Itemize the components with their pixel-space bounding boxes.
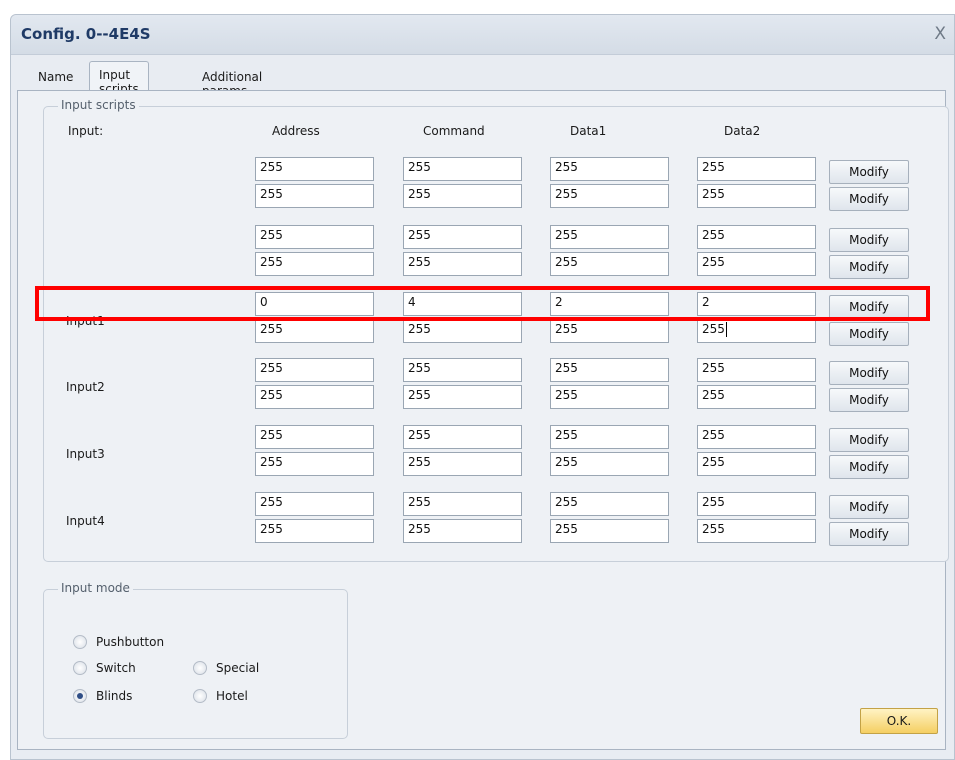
- input-row-label: Input2: [66, 380, 105, 394]
- address-field[interactable]: 255: [255, 519, 374, 543]
- address-field[interactable]: 255: [255, 452, 374, 476]
- input-scripts-group-title: Input scripts: [58, 98, 139, 112]
- radio-special[interactable]: Special: [193, 661, 259, 675]
- address-field[interactable]: 255: [255, 157, 374, 181]
- radio-button-icon[interactable]: [193, 661, 207, 675]
- data1-field[interactable]: 255: [550, 252, 669, 276]
- radio-label: Switch: [96, 661, 136, 675]
- data1-field[interactable]: 255: [550, 157, 669, 181]
- modify-button[interactable]: Modify: [829, 455, 909, 479]
- data1-field[interactable]: 255: [550, 425, 669, 449]
- radio-button-icon[interactable]: [73, 661, 87, 675]
- address-field[interactable]: 0: [255, 292, 374, 316]
- data2-field[interactable]: 255: [697, 385, 816, 409]
- data1-field[interactable]: 255: [550, 358, 669, 382]
- modify-button[interactable]: Modify: [829, 228, 909, 252]
- data2-field[interactable]: 255: [697, 492, 816, 516]
- modify-button[interactable]: Modify: [829, 388, 909, 412]
- data1-field[interactable]: 255: [550, 225, 669, 249]
- command-field[interactable]: 255: [403, 319, 522, 343]
- address-field[interactable]: 255: [255, 492, 374, 516]
- data1-field[interactable]: 255: [550, 519, 669, 543]
- address-field[interactable]: 255: [255, 425, 374, 449]
- data1-field[interactable]: 255: [550, 319, 669, 343]
- input-row-label: Input1: [66, 314, 105, 328]
- input-row-label: Input4: [66, 514, 105, 528]
- modify-button[interactable]: Modify: [829, 495, 909, 519]
- tab-name[interactable]: Name: [29, 64, 82, 90]
- input-row-label: Input3: [66, 447, 105, 461]
- command-field[interactable]: 255: [403, 252, 522, 276]
- command-field[interactable]: 255: [403, 157, 522, 181]
- command-field[interactable]: 255: [403, 385, 522, 409]
- modify-button[interactable]: Modify: [829, 361, 909, 385]
- command-field[interactable]: 255: [403, 452, 522, 476]
- address-field[interactable]: 255: [255, 319, 374, 343]
- dialog-title: Config. 0--4E4S: [21, 25, 151, 43]
- data1-field[interactable]: 255: [550, 492, 669, 516]
- data2-field[interactable]: 255: [697, 425, 816, 449]
- modify-button[interactable]: Modify: [829, 295, 909, 319]
- command-field[interactable]: 255: [403, 425, 522, 449]
- command-field[interactable]: 255: [403, 358, 522, 382]
- radio-label: Hotel: [216, 689, 248, 703]
- input-mode-group-title: Input mode: [58, 581, 133, 595]
- data2-field[interactable]: 255: [697, 452, 816, 476]
- header-input: Input:: [68, 124, 104, 138]
- radio-blinds[interactable]: Blinds: [73, 689, 132, 703]
- command-field[interactable]: 4: [403, 292, 522, 316]
- command-field[interactable]: 255: [403, 492, 522, 516]
- radio-label: Special: [216, 661, 260, 675]
- radio-button-icon[interactable]: [73, 635, 87, 649]
- data1-field[interactable]: 255: [550, 385, 669, 409]
- data2-field[interactable]: 255: [697, 319, 816, 343]
- radio-label: Blinds: [96, 689, 133, 703]
- modify-button[interactable]: Modify: [829, 322, 909, 346]
- modify-button[interactable]: Modify: [829, 428, 909, 452]
- radio-pushbutton[interactable]: Pushbutton: [73, 635, 164, 649]
- close-icon[interactable]: X: [934, 24, 946, 44]
- radio-button-checked-icon[interactable]: [73, 689, 87, 703]
- data2-field[interactable]: 255: [697, 157, 816, 181]
- modify-button[interactable]: Modify: [829, 160, 909, 184]
- data1-field[interactable]: 2: [550, 292, 669, 316]
- address-field[interactable]: 255: [255, 252, 374, 276]
- ok-button[interactable]: O.K.: [860, 708, 938, 734]
- address-field[interactable]: 255: [255, 184, 374, 208]
- data2-field[interactable]: 255: [697, 252, 816, 276]
- address-field[interactable]: 255: [255, 225, 374, 249]
- radio-button-icon[interactable]: [193, 689, 207, 703]
- command-field[interactable]: 255: [403, 184, 522, 208]
- command-field[interactable]: 255: [403, 519, 522, 543]
- header-data1: Data1: [570, 124, 607, 138]
- command-field[interactable]: 255: [403, 225, 522, 249]
- data2-field[interactable]: 2: [697, 292, 816, 316]
- radio-hotel[interactable]: Hotel: [193, 689, 248, 703]
- tab-additional-params[interactable]: Additional params.: [193, 64, 271, 98]
- data2-field[interactable]: 255: [697, 184, 816, 208]
- address-field[interactable]: 255: [255, 385, 374, 409]
- modify-button[interactable]: Modify: [829, 255, 909, 279]
- header-data2: Data2: [724, 124, 761, 138]
- radio-label: Pushbutton: [96, 635, 165, 649]
- data1-field[interactable]: 255: [550, 452, 669, 476]
- data1-field[interactable]: 255: [550, 184, 669, 208]
- radio-switch[interactable]: Switch: [73, 661, 136, 675]
- tab-input-scripts[interactable]: Input scripts: [89, 61, 149, 96]
- modify-button[interactable]: Modify: [829, 522, 909, 546]
- header-address: Address: [272, 124, 320, 138]
- address-field[interactable]: 255: [255, 358, 374, 382]
- data2-field[interactable]: 255: [697, 225, 816, 249]
- title-bar: Config. 0--4E4S X: [11, 15, 954, 55]
- data2-field[interactable]: 255: [697, 358, 816, 382]
- header-command: Command: [423, 124, 485, 138]
- modify-button[interactable]: Modify: [829, 187, 909, 211]
- data2-field[interactable]: 255: [697, 519, 816, 543]
